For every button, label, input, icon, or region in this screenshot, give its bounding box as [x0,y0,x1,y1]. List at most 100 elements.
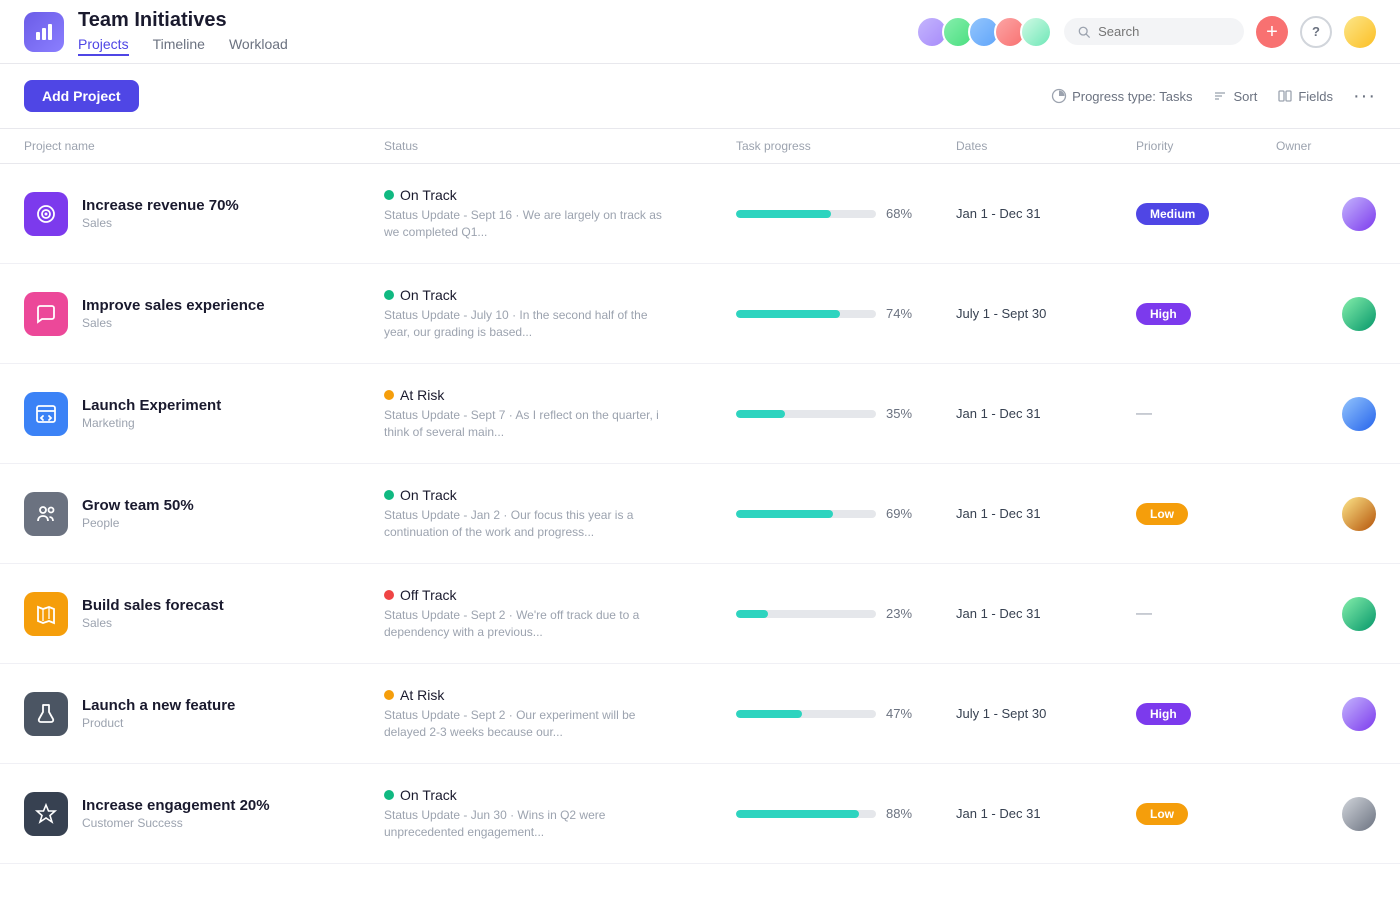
project-name: Launch a new feature [82,697,235,714]
search-input[interactable] [1098,24,1230,39]
dates-col: July 1 - Sept 30 [956,706,1136,721]
status-row: On Track [384,187,716,203]
table-row[interactable]: Grow team 50% People On Track Status Upd… [0,464,1400,564]
project-icon [24,292,68,336]
owner-col [1276,197,1376,231]
user-avatar[interactable] [1344,16,1376,48]
status-row: On Track [384,787,716,803]
status-row: At Risk [384,387,716,403]
status-row: On Track [384,287,716,303]
sort-icon [1212,88,1228,104]
status-update: Status Update - July 10 · In the second … [384,307,664,341]
project-name-col: Increase revenue 70% Sales [24,192,384,236]
progress-bar-fill [736,310,840,318]
nav-workload[interactable]: Workload [229,36,288,56]
status-label: At Risk [400,387,444,403]
priority-badge: High [1136,703,1191,725]
sort-action[interactable]: Sort [1212,88,1257,104]
project-info: Increase engagement 20% Customer Success [82,797,270,830]
table-row[interactable]: Launch Experiment Marketing At Risk Stat… [0,364,1400,464]
search-box[interactable] [1064,18,1244,45]
sort-label: Sort [1233,89,1257,104]
owner-col [1276,597,1376,631]
project-name-col: Build sales forecast Sales [24,592,384,636]
avatar-5 [1020,16,1052,48]
project-info: Grow team 50% People [82,497,194,530]
header-right: + ? [916,16,1376,48]
fields-icon [1277,88,1293,104]
status-update: Status Update - Sept 2 · Our experiment … [384,707,664,741]
status-label: On Track [400,287,457,303]
progress-pct: 74% [886,306,922,321]
priority-col: — [1136,605,1276,623]
dates-col: Jan 1 - Dec 31 [956,206,1136,221]
progress-type-icon [1051,88,1067,104]
progress-col: 88% [736,806,956,821]
project-name: Launch Experiment [82,397,221,414]
priority-col: Medium [1136,203,1276,225]
project-team: Sales [82,616,224,630]
priority-col: Low [1136,803,1276,825]
owner-avatar [1342,597,1376,631]
progress-type-action[interactable]: Progress type: Tasks [1051,88,1192,104]
priority-badge: High [1136,303,1191,325]
project-name: Build sales forecast [82,597,224,614]
table-row[interactable]: Improve sales experience Sales On Track … [0,264,1400,364]
progress-bar-bg [736,710,876,718]
project-name: Increase engagement 20% [82,797,270,814]
col-dates: Dates [956,139,1136,153]
project-name: Increase revenue 70% [82,197,239,214]
app-icon [24,12,64,52]
table-row[interactable]: Increase revenue 70% Sales On Track Stat… [0,164,1400,264]
app-title: Team Initiatives [78,8,916,32]
fields-label: Fields [1298,89,1333,104]
project-team: Marketing [82,416,221,430]
nav-timeline[interactable]: Timeline [153,36,205,56]
priority-badge: Low [1136,503,1188,525]
status-update: Status Update - Jan 2 · Our focus this y… [384,507,664,541]
status-row: Off Track [384,587,716,603]
progress-bar-fill [736,510,833,518]
table-body: Increase revenue 70% Sales On Track Stat… [0,164,1400,864]
status-col: At Risk Status Update - Sept 7 · As I re… [384,387,736,441]
status-label: At Risk [400,687,444,703]
status-col: On Track Status Update - July 10 · In th… [384,287,736,341]
table-row[interactable]: Launch a new feature Product At Risk Sta… [0,664,1400,764]
status-label: On Track [400,187,457,203]
status-row: At Risk [384,687,716,703]
project-name-col: Launch Experiment Marketing [24,392,384,436]
progress-bar-bg [736,210,876,218]
progress-col: 68% [736,206,956,221]
project-team: People [82,516,194,530]
fields-action[interactable]: Fields [1277,88,1333,104]
progress-col: 74% [736,306,956,321]
status-update: Status Update - Sept 2 · We're off track… [384,607,664,641]
add-project-button[interactable]: Add Project [24,80,139,112]
more-button[interactable]: ··· [1353,85,1376,108]
project-icon [24,692,68,736]
priority-none: — [1136,605,1152,622]
status-dot [384,790,394,800]
dates-col: Jan 1 - Dec 31 [956,606,1136,621]
table-row[interactable]: Increase engagement 20% Customer Success… [0,764,1400,864]
progress-bar-bg [736,510,876,518]
status-row: On Track [384,487,716,503]
toolbar-right: Progress type: Tasks Sort Fields ··· [1051,85,1376,108]
progress-pct: 69% [886,506,922,521]
owner-avatar [1342,797,1376,831]
progress-bar-bg [736,610,876,618]
progress-pct: 47% [886,706,922,721]
project-icon [24,792,68,836]
col-task-progress: Task progress [736,139,956,153]
project-info: Build sales forecast Sales [82,597,224,630]
owner-avatar [1342,297,1376,331]
table-row[interactable]: Build sales forecast Sales Off Track Sta… [0,564,1400,664]
help-button[interactable]: ? [1300,16,1332,48]
project-name-col: Launch a new feature Product [24,692,384,736]
project-name-col: Increase engagement 20% Customer Success [24,792,384,836]
project-name-col: Grow team 50% People [24,492,384,536]
add-button[interactable]: + [1256,16,1288,48]
nav-projects[interactable]: Projects [78,36,129,56]
status-label: Off Track [400,587,457,603]
progress-bar-fill [736,410,785,418]
